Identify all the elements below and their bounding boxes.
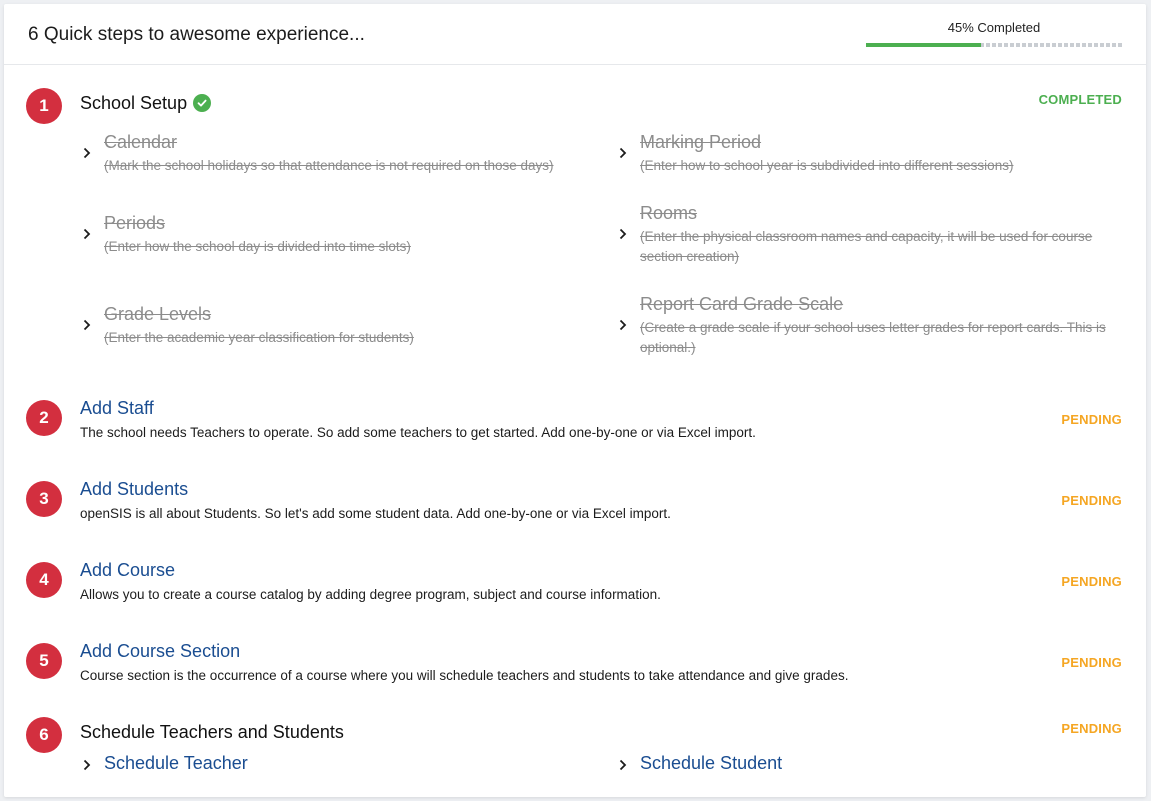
chevron-right-icon — [83, 147, 91, 159]
step-3-number-badge: 3 — [26, 481, 62, 517]
step-1-title: School Setup — [80, 93, 188, 113]
add-course-section-link[interactable]: Add Course Section — [80, 641, 240, 662]
progress-track — [866, 43, 1122, 47]
chevron-right-icon — [83, 759, 91, 771]
substep-rooms[interactable]: Rooms (Enter the physical classroom name… — [616, 203, 1122, 271]
step-6-number-badge: 6 — [26, 717, 62, 753]
add-staff-link[interactable]: Add Staff — [80, 398, 154, 419]
substep-title: Periods — [104, 213, 166, 233]
schedule-student-item[interactable]: Schedule Student — [616, 753, 916, 777]
step-4-number-badge: 4 — [26, 562, 62, 598]
substep-title: Calendar — [104, 132, 178, 152]
step-4-description: Allows you to create a course catalog by… — [80, 587, 661, 602]
substep-report-card-grade-scale[interactable]: Report Card Grade Scale (Create a grade … — [616, 294, 1122, 362]
step-5-description: Course section is the occurrence of a co… — [80, 668, 849, 683]
schedule-teacher-link[interactable]: Schedule Teacher — [104, 753, 248, 774]
step-6-title: Schedule Teachers and Students — [80, 722, 344, 742]
substep-description: (Enter how the school day is divided int… — [104, 239, 411, 254]
progress-label: 45% Completed — [947, 20, 1041, 35]
step-1-number-badge: 1 — [26, 88, 62, 124]
substep-grade-levels[interactable]: Grade Levels (Enter the academic year cl… — [80, 304, 580, 350]
step-5-status-badge: PENDING — [1061, 655, 1122, 670]
progress-fill — [866, 43, 982, 47]
step-3-status-badge: PENDING — [1061, 493, 1122, 508]
substep-description: (Create a grade scale if your school use… — [640, 320, 1106, 355]
substep-title: Rooms — [640, 203, 698, 223]
substep-title: Grade Levels — [104, 304, 212, 324]
step-2-number-badge: 2 — [26, 400, 62, 436]
chevron-right-icon — [619, 228, 627, 240]
substep-description: (Mark the school holidays so that attend… — [104, 158, 554, 173]
add-students-link[interactable]: Add Students — [80, 479, 188, 500]
check-circle-icon — [193, 94, 211, 112]
substep-title: Marking Period — [640, 132, 762, 152]
step-6-status-badge: PENDING — [1061, 721, 1122, 736]
add-course-link[interactable]: Add Course — [80, 560, 175, 581]
step-5-number-badge: 5 — [26, 643, 62, 679]
getting-started-card: 6 Quick steps to awesome experience... 4… — [4, 4, 1146, 797]
step-4-status-badge: PENDING — [1061, 574, 1122, 589]
step-3-description: openSIS is all about Students. So let's … — [80, 506, 671, 521]
substep-marking-period[interactable]: Marking Period (Enter how to school year… — [616, 132, 1122, 178]
chevron-right-icon — [83, 228, 91, 240]
page-title: 6 Quick steps to awesome experience... — [28, 24, 365, 45]
schedule-student-link[interactable]: Schedule Student — [640, 753, 782, 774]
substep-description: (Enter how to school year is subdivided … — [640, 158, 1014, 173]
chevron-right-icon — [83, 319, 91, 331]
substep-title: Report Card Grade Scale — [640, 294, 844, 314]
step-2-description: The school needs Teachers to operate. So… — [80, 425, 756, 440]
progress-indicator: 45% Completed — [866, 20, 1122, 47]
substep-description: (Enter the academic year classification … — [104, 330, 414, 345]
chevron-right-icon — [619, 319, 627, 331]
step-1-status-badge: COMPLETED — [1038, 92, 1122, 107]
chevron-right-icon — [619, 759, 627, 771]
chevron-right-icon — [619, 147, 627, 159]
schedule-teacher-item[interactable]: Schedule Teacher — [80, 753, 380, 777]
substep-description: (Enter the physical classroom names and … — [640, 229, 1093, 264]
card-header: 6 Quick steps to awesome experience... 4… — [4, 4, 1146, 65]
substep-periods[interactable]: Periods (Enter how the school day is div… — [80, 213, 580, 259]
step-2-status-badge: PENDING — [1061, 412, 1122, 427]
substep-calendar[interactable]: Calendar (Mark the school holidays so th… — [80, 132, 580, 178]
